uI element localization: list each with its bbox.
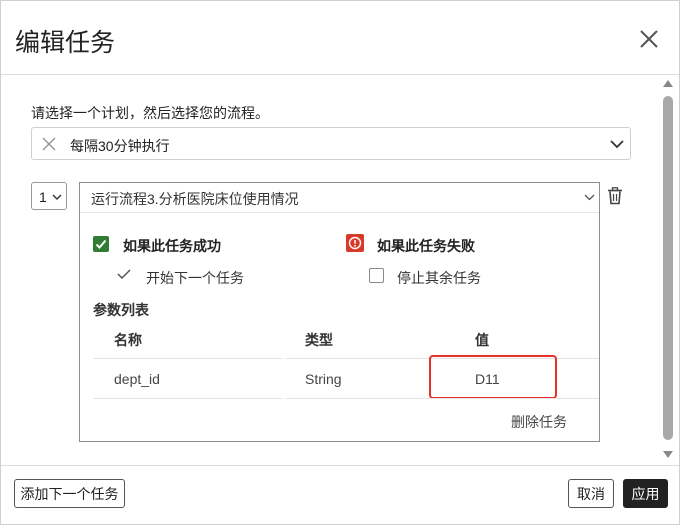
on-failure-label: 如果此任务失败 [377, 238, 475, 254]
start-next-task-label: 开始下一个任务 [146, 270, 244, 286]
task-card: 运行流程3.分析医院床位使用情况 如果此任务成功 如果此任务失败 开始下一个任务… [79, 182, 600, 442]
trash-icon[interactable] [607, 187, 623, 205]
flow-selected-value: 运行流程3.分析医院床位使用情况 [91, 191, 299, 207]
row-divider [286, 398, 599, 399]
column-header-value: 值 [475, 332, 489, 348]
params-title: 参数列表 [93, 302, 149, 318]
delete-task-link[interactable]: 删除任务 [511, 412, 567, 432]
scroll-up-arrow-icon[interactable] [663, 80, 673, 87]
apply-button[interactable]: 应用 [623, 479, 668, 508]
column-header-type: 类型 [305, 332, 333, 348]
dialog-body: 请选择一个计划，然后选择您的流程。 每隔30分钟执行 1 运行流程3.分析医院床… [1, 76, 679, 464]
plan-selected-value: 每隔30分钟执行 [70, 138, 170, 154]
stop-remaining-checkbox[interactable] [369, 268, 384, 283]
failure-status-icon [346, 234, 364, 252]
highlight-annotation [429, 355, 557, 399]
row-divider [93, 398, 283, 399]
flow-select[interactable]: 运行流程3.分析医院床位使用情况 [80, 183, 599, 213]
clear-x-icon[interactable] [42, 137, 56, 151]
check-icon [95, 239, 107, 249]
dialog-header: 编辑任务 [1, 1, 679, 75]
row-divider [93, 358, 283, 359]
scrollbar-thumb[interactable] [663, 96, 673, 440]
edit-task-dialog: 编辑任务 请选择一个计划，然后选择您的流程。 每隔30分钟执行 1 运行流程3.… [0, 0, 680, 525]
add-next-task-button[interactable]: 添加下一个任务 [14, 479, 125, 508]
column-header-name: 名称 [114, 332, 142, 348]
on-success-label: 如果此任务成功 [123, 238, 221, 254]
chevron-down-icon [584, 194, 595, 201]
plan-instruction: 请选择一个计划，然后选择您的流程。 [31, 105, 269, 121]
plan-select[interactable]: 每隔30分钟执行 [31, 127, 631, 160]
step-number-select[interactable]: 1 [31, 182, 67, 210]
close-icon[interactable] [635, 25, 663, 53]
cancel-button[interactable]: 取消 [568, 479, 614, 508]
dialog-title: 编辑任务 [15, 29, 116, 57]
check-icon [117, 269, 131, 280]
chevron-down-icon [52, 194, 62, 200]
success-status-icon [93, 236, 109, 252]
alert-icon [348, 236, 362, 250]
param-name-cell: dept_id [114, 371, 160, 387]
vertical-scrollbar[interactable] [660, 76, 676, 464]
dialog-footer: 添加下一个任务 取消 应用 [1, 465, 679, 524]
scroll-down-arrow-icon[interactable] [663, 451, 673, 458]
chevron-down-icon [610, 140, 624, 149]
stop-remaining-label: 停止其余任务 [397, 270, 481, 286]
step-number-value: 1 [39, 189, 47, 205]
param-type-cell: String [305, 371, 342, 387]
